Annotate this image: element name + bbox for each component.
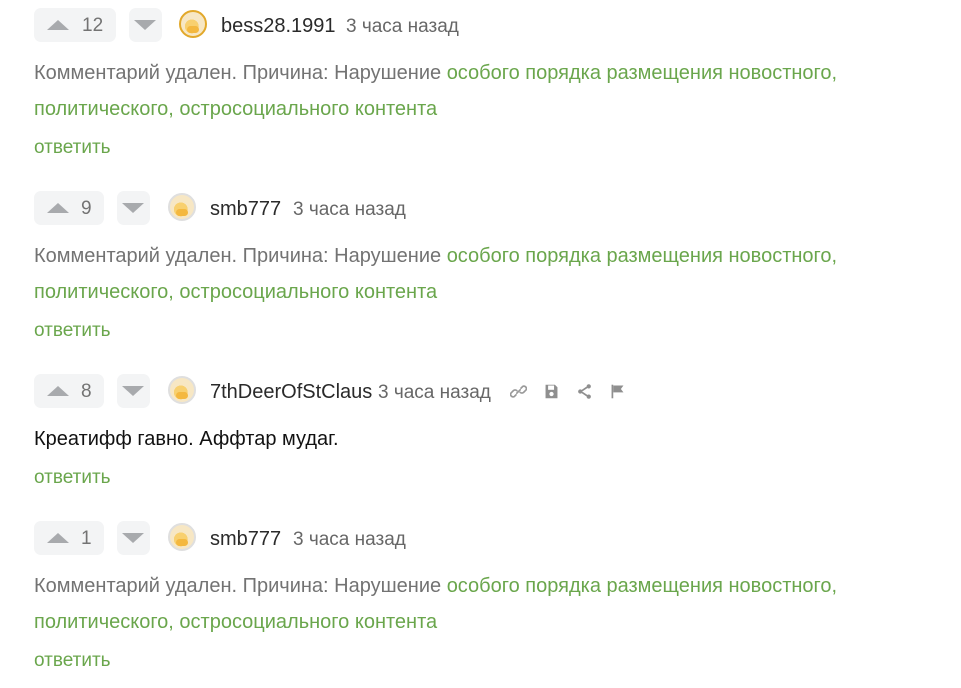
comment-score: 1	[81, 528, 92, 549]
deleted-reason-text: Комментарий удален. Причина: Нарушение	[34, 245, 442, 267]
upvote-button[interactable]: 1	[34, 521, 104, 555]
downvote-button[interactable]	[129, 8, 162, 42]
downvote-button[interactable]	[117, 191, 150, 225]
up-arrow-icon	[47, 203, 69, 213]
comment-text: Креатифф гавно. Аффтар мудаг.	[34, 428, 339, 450]
deleted-reason-text: Комментарий удален. Причина: Нарушение	[34, 575, 442, 597]
comment-score: 8	[81, 381, 92, 402]
comment: 1 smb777 3 часа назад Комментарий удален…	[34, 521, 934, 671]
comment-header: 8 7thDeerOfStClaus 3 часа назад	[34, 374, 934, 408]
avatar[interactable]	[168, 523, 196, 551]
comment-tools	[510, 377, 626, 405]
reply-link[interactable]: ответить	[34, 320, 111, 342]
down-arrow-icon	[134, 20, 156, 30]
username[interactable]: smb777	[210, 528, 281, 551]
username[interactable]: bess28.1991	[221, 15, 336, 38]
save-icon[interactable]	[543, 383, 560, 400]
down-arrow-icon	[122, 203, 144, 213]
reply-link[interactable]: ответить	[34, 137, 111, 159]
reply-link[interactable]: ответить	[34, 467, 111, 489]
comment-text: Комментарий удален. Причина: Нарушение о…	[34, 238, 924, 310]
upvote-button[interactable]: 12	[34, 8, 116, 42]
comment-text: Комментарий удален. Причина: Нарушение о…	[34, 568, 924, 640]
comment-time[interactable]: 3 часа назад	[293, 529, 406, 551]
downvote-button[interactable]	[117, 521, 150, 555]
up-arrow-icon	[47, 386, 69, 396]
comment-score: 9	[81, 198, 92, 219]
up-arrow-icon	[47, 533, 69, 543]
down-arrow-icon	[122, 386, 144, 396]
comment-score: 12	[82, 15, 104, 36]
avatar[interactable]	[168, 376, 196, 404]
comment-time[interactable]: 3 часа назад	[293, 199, 406, 221]
avatar[interactable]	[168, 193, 196, 221]
avatar[interactable]	[179, 10, 207, 38]
upvote-button[interactable]: 8	[34, 374, 104, 408]
comment-text: Комментарий удален. Причина: Нарушение о…	[34, 55, 924, 127]
comment-header: 1 smb777 3 часа назад	[34, 521, 934, 555]
comment-header: 9 smb777 3 часа назад	[34, 191, 934, 225]
downvote-button[interactable]	[117, 374, 150, 408]
comment-header: 12 bess28.1991 3 часа назад	[34, 8, 934, 42]
comment: 9 smb777 3 часа назад Комментарий удален…	[34, 191, 934, 341]
deleted-reason-text: Комментарий удален. Причина: Нарушение	[34, 62, 442, 84]
up-arrow-icon	[47, 20, 69, 30]
comment-time[interactable]: 3 часа назад	[346, 16, 459, 38]
flag-icon[interactable]	[609, 383, 626, 400]
share-icon[interactable]	[576, 383, 593, 400]
comment-time[interactable]: 3 часа назад	[378, 382, 491, 404]
username[interactable]: smb777	[210, 198, 281, 221]
comment: 8 7thDeerOfStClaus 3 часа назад Креатифф…	[34, 374, 934, 488]
comment: 12 bess28.1991 3 часа назад Комментарий …	[34, 8, 934, 158]
reply-link[interactable]: ответить	[34, 650, 111, 672]
down-arrow-icon	[122, 533, 144, 543]
link-icon[interactable]	[510, 383, 527, 400]
username[interactable]: 7thDeerOfStClaus	[210, 381, 372, 404]
upvote-button[interactable]: 9	[34, 191, 104, 225]
